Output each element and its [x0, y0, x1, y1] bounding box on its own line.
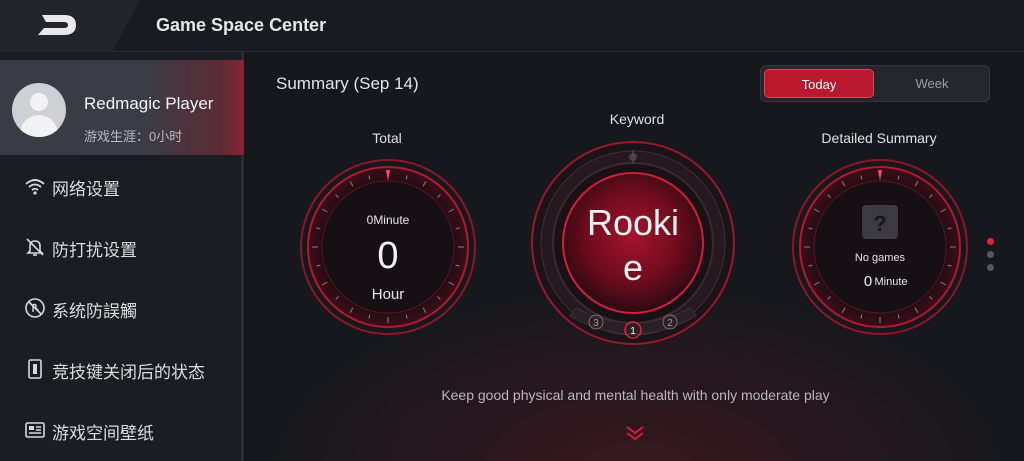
sidebar-item-label: 系统防誤觸	[52, 302, 137, 322]
top-header: Game Space Center	[0, 0, 1024, 52]
no-games-text: No games	[855, 252, 906, 264]
wallpaper-icon	[25, 422, 45, 438]
total-minutes: 0Minute	[367, 213, 410, 227]
detailed-summary-dial[interactable]: ? No games 0 Minute	[790, 158, 970, 338]
page-indicator	[987, 238, 994, 277]
health-message: Keep good physical and mental health wit…	[441, 387, 830, 403]
total-hour-value: 0	[377, 235, 398, 277]
total-dial[interactable]: 0Minute 0 Hour	[298, 158, 478, 338]
sidebar-item-label: 游戏空间壁纸	[52, 424, 154, 444]
sidebar-item-label: 防打扰设置	[52, 241, 137, 261]
summary-title: Summary (Sep 14)	[276, 74, 419, 93]
wifi-icon	[25, 179, 45, 195]
touch-block-icon	[25, 298, 45, 318]
keyword-label: Keyword	[609, 111, 665, 127]
keyword-text-line2: e	[623, 247, 643, 288]
profile-name: Redmagic Player	[84, 94, 214, 113]
keyword-dial[interactable]: Rooki e 3 1 2	[530, 140, 736, 350]
tab-week[interactable]: Week	[877, 69, 987, 98]
total-label: Total	[372, 130, 402, 146]
sidebar-item-network[interactable]: 网络设置	[0, 166, 240, 206]
total-hour-unit: Hour	[372, 286, 405, 303]
sidebar-item-wallpaper[interactable]: 游戏空间壁纸	[0, 410, 240, 450]
logo-tab[interactable]	[0, 0, 140, 52]
page-title: Game Space Center	[156, 15, 327, 35]
profile-card[interactable]: Redmagic Player 游戏生涯：0小时	[0, 60, 244, 155]
summary-panel: Summary (Sep 14) Today Week Total Keywor…	[247, 52, 1024, 461]
detailed-minute-unit: Minute	[874, 276, 907, 288]
sidebar-item-do-not-disturb[interactable]: 防打扰设置	[0, 227, 240, 267]
period-toggle: Today Week	[760, 65, 990, 102]
switch-icon	[28, 359, 42, 379]
svg-text:?: ?	[873, 211, 886, 236]
bell-off-icon	[26, 238, 44, 256]
unknown-game-icon: ?	[862, 205, 898, 239]
chevron-down-icon[interactable]	[624, 424, 646, 442]
svg-text:1: 1	[630, 326, 636, 337]
page-dot[interactable]	[987, 238, 994, 245]
profile-playtime: 游戏生涯：0小时	[84, 129, 183, 144]
tab-today[interactable]: Today	[764, 69, 874, 98]
page-dot[interactable]	[987, 264, 994, 271]
avatar	[12, 83, 66, 137]
sidebar-item-label: 网络设置	[52, 180, 120, 200]
page-dot[interactable]	[987, 251, 994, 258]
detailed-summary-label: Detailed Summary	[821, 130, 937, 146]
sidebar-item-esports-key[interactable]: 竞技键关闭后的状态	[0, 349, 240, 389]
redmagic-logo-icon	[38, 15, 76, 35]
sidebar: Redmagic Player 游戏生涯：0小时 网络设置 防打扰设置 系统防誤…	[0, 52, 244, 461]
detailed-minute-value: 0	[864, 273, 872, 290]
svg-text:2: 2	[667, 318, 673, 329]
sidebar-item-label: 竞技键关闭后的状态	[52, 363, 205, 383]
svg-text:3: 3	[593, 318, 599, 329]
sidebar-item-touch-protect[interactable]: 系统防誤觸	[0, 288, 240, 328]
keyword-text-line1: Rooki	[587, 202, 679, 243]
